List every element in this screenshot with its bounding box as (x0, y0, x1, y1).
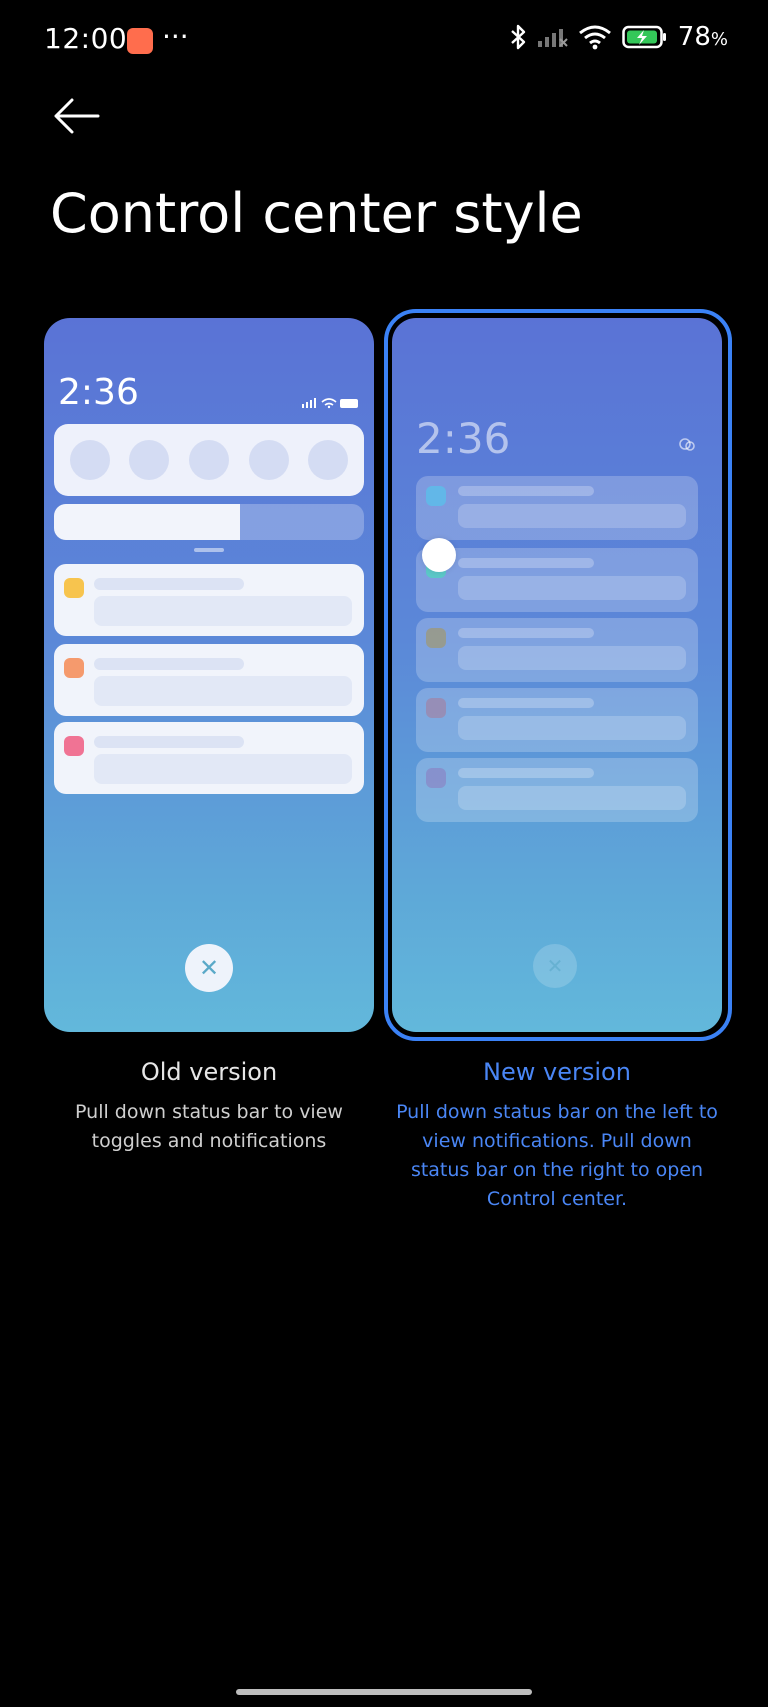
new-version-description: Pull down status bar on the left to view… (396, 1101, 718, 1210)
app-icon (64, 578, 84, 598)
close-icon: ✕ (185, 944, 233, 992)
app-icon (64, 736, 84, 756)
line-placeholder (458, 628, 594, 638)
notification-placeholder (416, 618, 698, 682)
app-icon (426, 628, 446, 648)
old-version-preview[interactable]: 2:36 ✕ (44, 318, 374, 1032)
status-time: 12:00 (44, 22, 128, 55)
close-icon: ✕ (533, 944, 577, 988)
line-placeholder (458, 716, 686, 740)
line-placeholder (94, 658, 244, 670)
toggle-placeholder (189, 440, 229, 480)
toggle-placeholder (70, 440, 110, 480)
battery-percent: 78% (677, 22, 728, 52)
line-placeholder (458, 558, 594, 568)
wifi-icon (578, 25, 611, 50)
toggle-placeholder (308, 440, 348, 480)
home-indicator[interactable] (236, 1689, 532, 1695)
touch-indicator (422, 538, 456, 572)
more-notifications-indicator: ··· (162, 20, 189, 53)
old-version-description: Pull down status bar to view toggles and… (75, 1101, 343, 1152)
notification-placeholder (416, 548, 698, 612)
brightness-slider-fill (54, 504, 240, 540)
status-bar: 12:00 ··· 78% (0, 0, 768, 82)
toggles-panel (54, 424, 364, 496)
app-icon (64, 658, 84, 678)
line-placeholder (94, 736, 244, 748)
new-version-title[interactable]: New version (392, 1058, 722, 1086)
app-icon (426, 768, 446, 788)
app-icon (426, 486, 446, 506)
line-placeholder (94, 676, 352, 706)
notification-placeholder (54, 564, 364, 636)
brightness-slider (54, 504, 364, 540)
preview-time: 2:36 (58, 372, 139, 413)
line-placeholder (458, 504, 686, 528)
status-icons: 78% (508, 22, 728, 52)
line-placeholder (458, 576, 686, 600)
notification-placeholder (54, 722, 364, 794)
notification-placeholder (416, 476, 698, 540)
preview-status-icon (679, 438, 695, 451)
notification-placeholder (416, 688, 698, 752)
notification-app-icon (127, 28, 153, 54)
line-placeholder (94, 578, 244, 590)
line-placeholder (458, 768, 594, 778)
line-placeholder (458, 786, 686, 810)
notification-placeholder (416, 758, 698, 822)
line-placeholder (458, 698, 594, 708)
line-placeholder (94, 596, 352, 626)
line-placeholder (458, 646, 686, 670)
bluetooth-icon (510, 24, 525, 50)
old-version-title[interactable]: Old version (44, 1058, 374, 1086)
back-arrow-icon[interactable] (52, 96, 102, 136)
page-title: Control center style (50, 182, 583, 245)
line-placeholder (94, 754, 352, 784)
drag-handle (194, 548, 224, 552)
toggle-placeholder (249, 440, 289, 480)
new-version-preview[interactable]: 2:36 ✕ (392, 318, 722, 1032)
toggle-placeholder (129, 440, 169, 480)
notification-placeholder (54, 644, 364, 716)
app-icon (426, 698, 446, 718)
battery-icon (622, 25, 666, 49)
preview-status-icons (302, 394, 360, 413)
preview-time: 2:36 (416, 414, 511, 463)
signal-icon (537, 29, 568, 47)
line-placeholder (458, 486, 594, 496)
